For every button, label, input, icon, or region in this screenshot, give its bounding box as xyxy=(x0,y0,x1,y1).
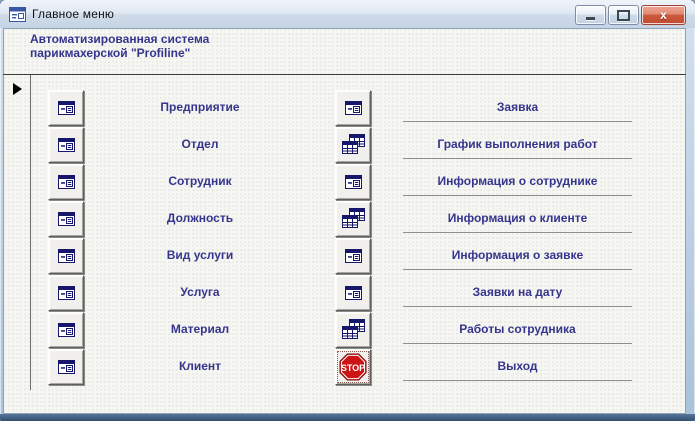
label-underline xyxy=(403,121,632,122)
window-title: Главное меню xyxy=(32,7,114,21)
form-icon xyxy=(57,322,76,338)
menu-label: Информация о сотруднике xyxy=(375,173,660,190)
menu-row: Услуга Заявки на дату xyxy=(3,275,686,312)
maximize-icon xyxy=(617,10,630,21)
menu-label: Информация о заявке xyxy=(375,247,660,264)
menu-label: Выход xyxy=(375,358,660,375)
window-controls: x xyxy=(575,5,686,25)
menu-label: Работы сотрудника xyxy=(375,321,660,338)
label-underline xyxy=(403,269,632,270)
label-underline xyxy=(403,158,632,159)
menu-button-zayavka[interactable] xyxy=(335,90,371,126)
form-icon xyxy=(344,248,363,264)
window-bottom-border xyxy=(0,414,695,421)
form-icon xyxy=(57,100,76,116)
titlebar[interactable]: Главное меню x xyxy=(0,0,695,28)
minimize-icon xyxy=(586,17,595,20)
menu-button-dolzhnost[interactable] xyxy=(48,201,84,237)
menu-button-info-klient[interactable] xyxy=(335,201,371,237)
form-header: Автоматизированная система парикмахерско… xyxy=(3,28,686,74)
form-icon xyxy=(57,211,76,227)
form-window-icon xyxy=(9,7,26,22)
stop-icon: STOP xyxy=(338,352,368,382)
menu-row: Сотрудник Информация о сотруднике xyxy=(3,164,686,201)
form-icon xyxy=(344,100,363,116)
menu-row: Предприятие Заявка xyxy=(3,90,686,127)
menu-button-zayavki-na-datu[interactable] xyxy=(335,275,371,311)
form-icon xyxy=(57,137,76,153)
label-underline xyxy=(403,195,632,196)
report-icon xyxy=(341,134,366,157)
menu-button-raboty-sotrudnika[interactable] xyxy=(335,312,371,348)
form-detail-section: Предприятие Заявка Отдел График выполнен… xyxy=(3,75,686,390)
menu-label: Заявки на дату xyxy=(375,284,660,301)
form-icon xyxy=(57,248,76,264)
minimize-button[interactable] xyxy=(575,5,606,25)
menu-row: Должность Информация о клиенте xyxy=(3,201,686,238)
form-icon xyxy=(57,359,76,375)
main-menu-window: Главное меню x Автоматизированная систем… xyxy=(0,0,695,421)
menu-button-grafik-rabot[interactable] xyxy=(335,127,371,163)
menu-row: Вид услуги Информация о заявке xyxy=(3,238,686,275)
menu-row: Клиент STOP Выход xyxy=(3,349,686,386)
menu-button-vid-uslugi[interactable] xyxy=(48,238,84,274)
menu-button-klient[interactable] xyxy=(48,349,84,385)
menu-row: Отдел График выполнения работ xyxy=(3,127,686,164)
form-icon xyxy=(344,174,363,190)
label-underline xyxy=(403,306,632,307)
menu-button-usluga[interactable] xyxy=(48,275,84,311)
close-button[interactable]: x xyxy=(641,5,686,25)
form-client-area: Автоматизированная система парикмахерско… xyxy=(3,28,686,414)
menu-label: Сотрудник xyxy=(100,173,300,190)
svg-text:STOP: STOP xyxy=(341,363,365,373)
menu-button-info-zayavka[interactable] xyxy=(335,238,371,274)
report-icon xyxy=(341,208,366,231)
maximize-button[interactable] xyxy=(608,5,639,25)
label-underline xyxy=(403,343,632,344)
menu-row: Материал Работы сотрудника xyxy=(3,312,686,349)
menu-label: График выполнения работ xyxy=(375,136,660,153)
menu-label: Вид услуги xyxy=(100,247,300,264)
menu-label: Отдел xyxy=(100,136,300,153)
menu-label: Заявка xyxy=(375,99,660,116)
form-icon xyxy=(57,285,76,301)
menu-label: Клиент xyxy=(100,358,300,375)
close-icon: x xyxy=(660,9,667,21)
menu-label: Должность xyxy=(100,210,300,227)
menu-label: Предприятие xyxy=(100,99,300,116)
form-title-label: Автоматизированная система парикмахерско… xyxy=(30,32,270,60)
form-icon xyxy=(57,174,76,190)
exit-button[interactable]: STOP xyxy=(335,349,371,385)
menu-button-material[interactable] xyxy=(48,312,84,348)
form-icon xyxy=(344,285,363,301)
label-underline xyxy=(403,380,632,381)
menu-label: Услуга xyxy=(100,284,300,301)
menu-button-predpriyatie[interactable] xyxy=(48,90,84,126)
menu-label: Материал xyxy=(100,321,300,338)
menu-button-sotrudnik[interactable] xyxy=(48,164,84,200)
label-underline xyxy=(403,232,632,233)
menu-button-otdel[interactable] xyxy=(48,127,84,163)
report-icon xyxy=(341,319,366,342)
menu-button-info-sotrudnik[interactable] xyxy=(335,164,371,200)
menu-label: Информация о клиенте xyxy=(375,210,660,227)
